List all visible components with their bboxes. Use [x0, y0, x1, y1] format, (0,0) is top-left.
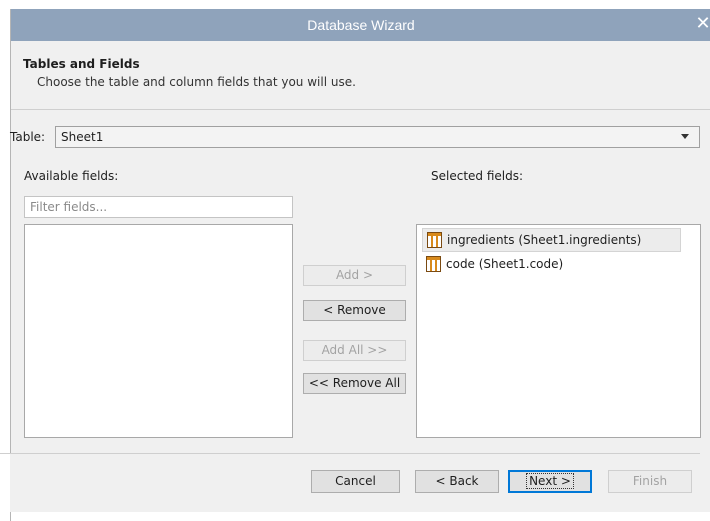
wizard-header: Tables and Fields Choose the table and c…	[11, 41, 710, 109]
selected-field-label: ingredients (Sheet1.ingredients)	[447, 233, 642, 247]
filter-fields-input[interactable]	[25, 197, 292, 217]
page-subtitle: Choose the table and column fields that …	[37, 75, 356, 89]
title-bar[interactable]: Database Wizard ✕	[11, 9, 710, 41]
add-all-button[interactable]: Add All >>	[303, 340, 406, 361]
remove-button[interactable]: < Remove	[303, 300, 406, 321]
back-button[interactable]: < Back	[415, 470, 499, 493]
selected-field-item[interactable]: code (Sheet1.code)	[422, 253, 681, 277]
window-title: Database Wizard	[307, 17, 415, 33]
next-button[interactable]: Next >	[508, 470, 592, 493]
add-button[interactable]: Add >	[303, 265, 406, 286]
cancel-button[interactable]: Cancel	[311, 470, 400, 493]
filter-fields-input-box[interactable]	[24, 196, 293, 218]
selected-field-label: code (Sheet1.code)	[446, 257, 564, 271]
close-icon[interactable]: ✕	[695, 13, 710, 35]
selected-fields-list[interactable]: ingredients (Sheet1.ingredients) code (S…	[416, 224, 701, 438]
table-select[interactable]: Sheet1	[55, 126, 700, 148]
finish-button[interactable]: Finish	[608, 470, 692, 493]
chevron-down-icon[interactable]	[681, 134, 689, 139]
table-column-icon	[426, 256, 441, 272]
table-select-value: Sheet1	[61, 130, 104, 144]
selected-field-item[interactable]: ingredients (Sheet1.ingredients)	[422, 228, 681, 252]
page-title: Tables and Fields	[23, 57, 140, 71]
available-fields-list[interactable]	[24, 224, 293, 438]
next-button-label: Next >	[526, 473, 574, 489]
remove-all-button[interactable]: << Remove All	[303, 373, 406, 394]
available-fields-label: Available fields:	[24, 169, 119, 183]
table-column-icon	[427, 232, 442, 248]
table-label: Table:	[10, 130, 46, 144]
selected-fields-label: Selected fields:	[431, 169, 524, 183]
